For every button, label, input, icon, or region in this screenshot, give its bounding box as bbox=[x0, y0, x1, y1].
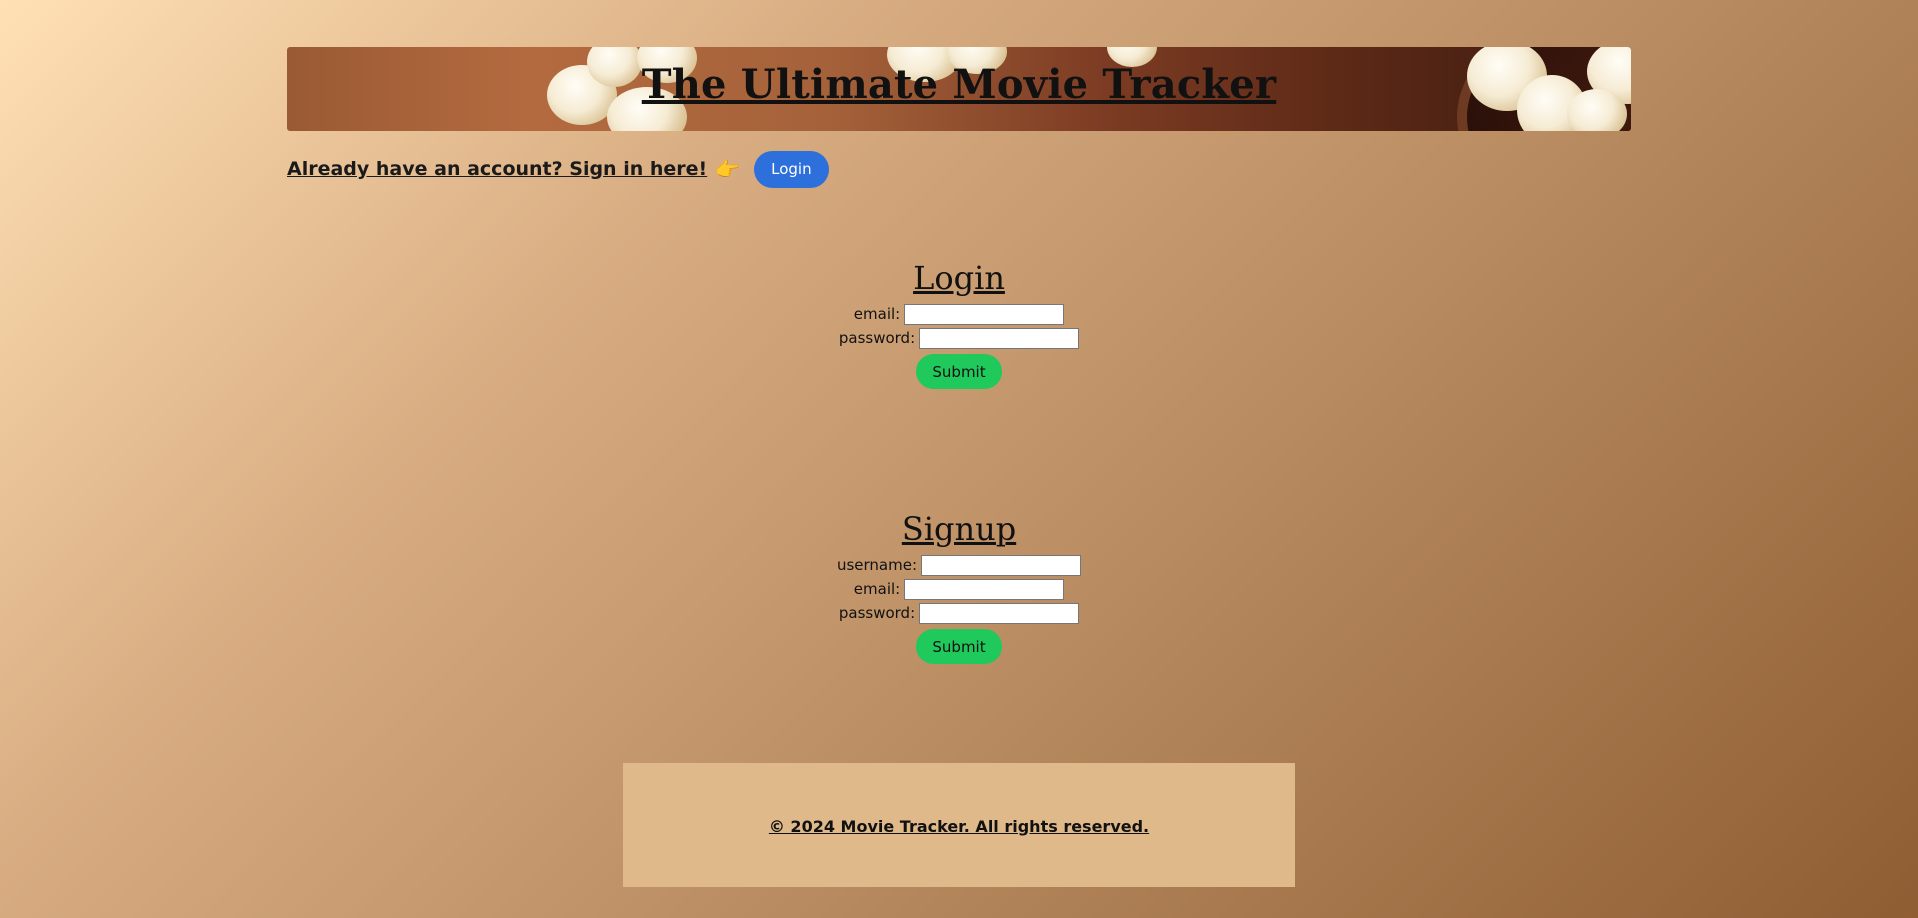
signup-heading: Signup bbox=[901, 510, 1017, 548]
login-heading: Login bbox=[913, 259, 1005, 297]
signup-form: Signup username: email: password: Submit bbox=[0, 505, 1918, 664]
login-button[interactable]: Login bbox=[754, 150, 829, 188]
signup-email-label: email: bbox=[853, 580, 901, 598]
account-prompt-row: Already have an account? Sign in here! 👉… bbox=[287, 150, 829, 188]
signup-password-label: password: bbox=[838, 604, 916, 622]
signup-submit-button[interactable]: Submit bbox=[916, 629, 1002, 664]
signup-password-field[interactable] bbox=[919, 602, 1080, 624]
login-submit-button[interactable]: Submit bbox=[916, 354, 1002, 389]
login-form: Login email: password: Submit bbox=[0, 254, 1918, 389]
copyright-text: © 2024 Movie Tracker. All rights reserve… bbox=[768, 816, 1150, 836]
page-footer: © 2024 Movie Tracker. All rights reserve… bbox=[623, 763, 1295, 887]
signup-username-field[interactable] bbox=[921, 554, 1082, 576]
signup-username-row: username: bbox=[0, 553, 1918, 577]
signup-email-row: email: bbox=[0, 577, 1918, 601]
header-banner: The Ultimate Movie Tracker bbox=[287, 47, 1631, 131]
login-password-row: password: bbox=[0, 326, 1918, 350]
sign-in-prompt-link[interactable]: Already have an account? Sign in here! bbox=[287, 158, 707, 180]
signup-username-label: username: bbox=[836, 556, 918, 574]
page-title: The Ultimate Movie Tracker bbox=[641, 61, 1277, 108]
login-password-label: password: bbox=[838, 329, 916, 347]
pointing-hand-icon: 👉 bbox=[715, 157, 741, 181]
login-email-field[interactable] bbox=[904, 303, 1065, 325]
login-email-row: email: bbox=[0, 302, 1918, 326]
login-password-field[interactable] bbox=[919, 327, 1080, 349]
login-email-label: email: bbox=[853, 305, 901, 323]
signup-email-field[interactable] bbox=[904, 578, 1065, 600]
signup-password-row: password: bbox=[0, 601, 1918, 625]
